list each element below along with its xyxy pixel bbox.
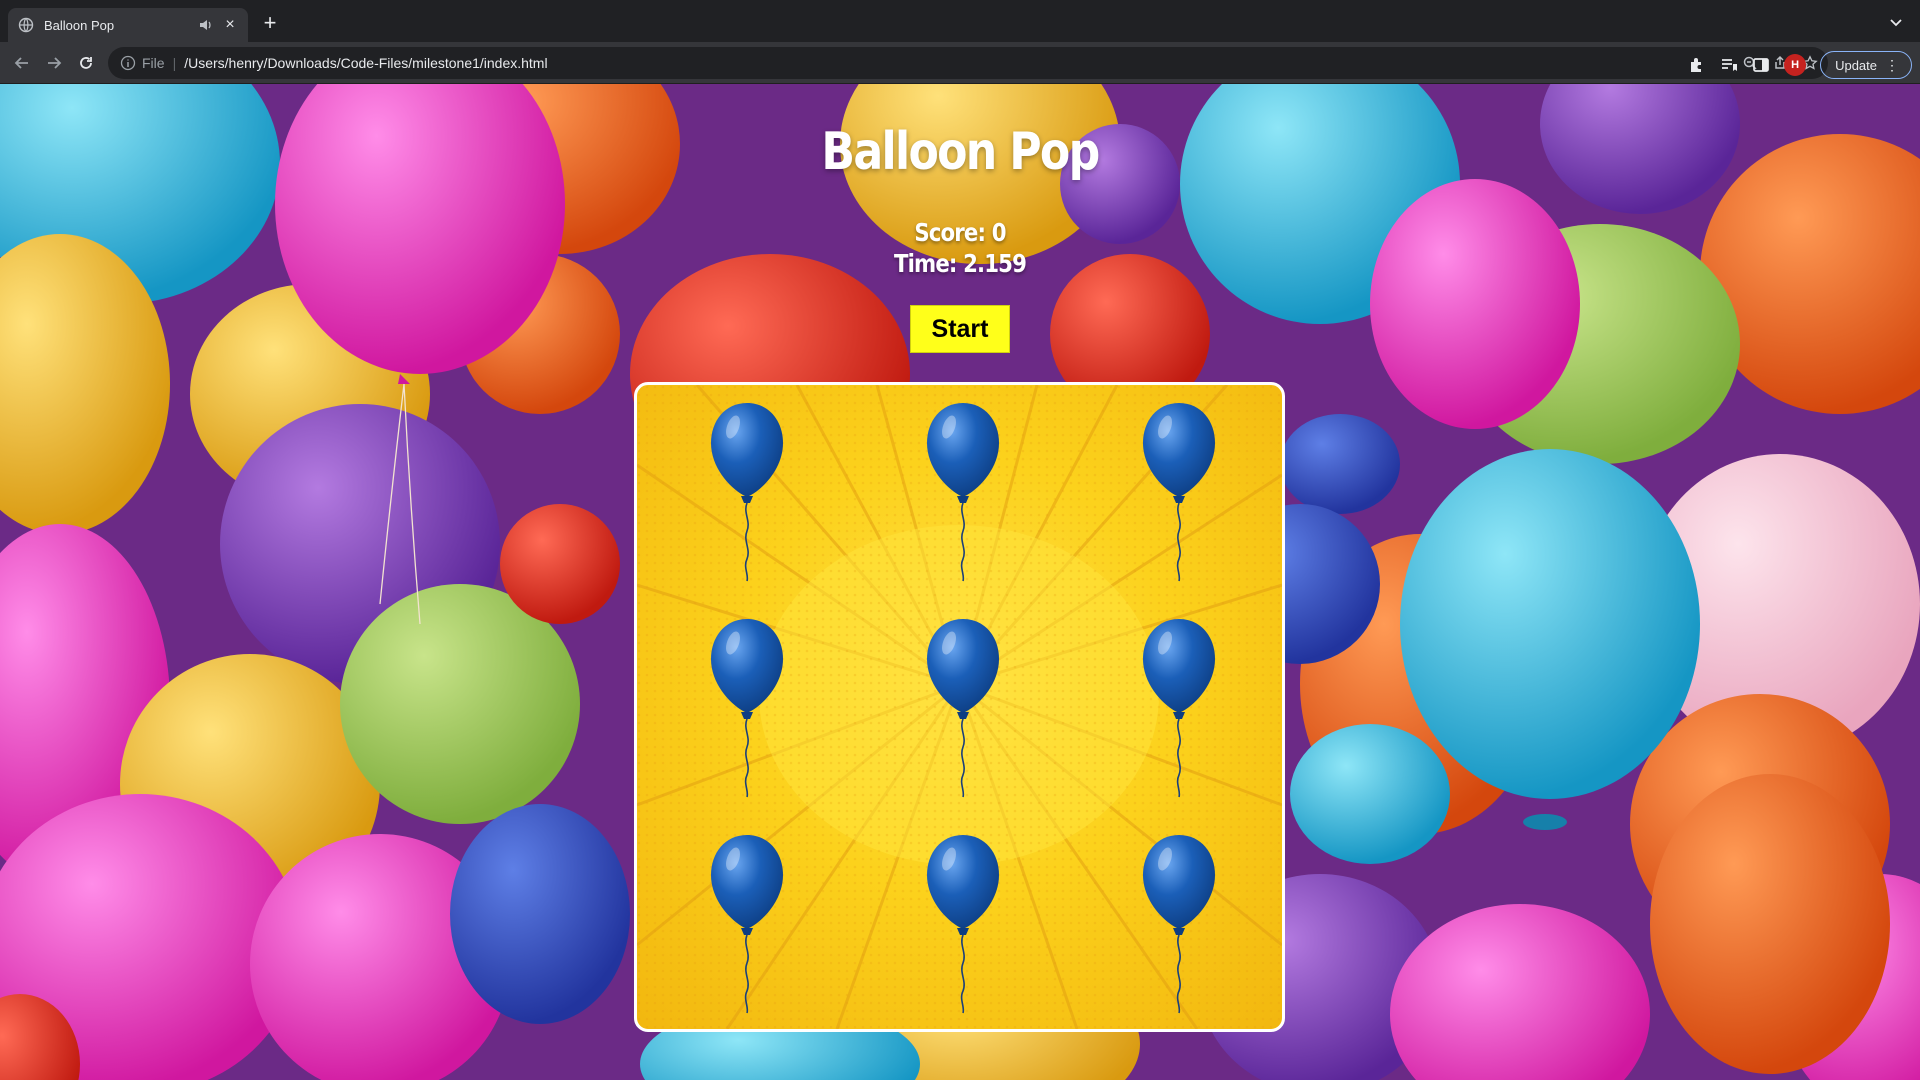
tab-title: Balloon Pop [44,17,115,33]
toolbar-actions: H Update ⋮ [1688,51,1912,79]
reading-list-icon[interactable] [1720,56,1738,74]
balloon-grid [637,385,1282,1029]
balloon-8[interactable] [923,831,1003,1015]
close-icon[interactable]: × [222,17,238,33]
balloon-5[interactable] [923,615,1003,799]
more-icon: ⋮ [1885,56,1899,73]
score-display: Score: 0 [914,218,1006,247]
balloon-icon [711,835,783,1014]
forward-icon[interactable] [44,53,64,73]
back-icon[interactable] [12,53,32,73]
balloon-icon [711,403,783,582]
balloon-icon [1143,835,1215,1014]
balloon-9[interactable] [1139,831,1219,1015]
balloon-2[interactable] [923,399,1003,583]
balloon-icon [711,619,783,798]
tab-strip: Balloon Pop × + [0,0,1920,42]
plus-icon[interactable]: + [258,12,282,36]
balloon-icon [927,619,999,798]
balloon-4[interactable] [707,615,787,799]
address-bar[interactable]: File | /Users/henry/Downloads/Code-Files… [108,47,1828,79]
info-icon[interactable] [120,55,136,71]
balloon-7[interactable] [707,831,787,1015]
game-board [634,382,1285,1032]
profile-avatar[interactable]: H [1784,54,1807,76]
start-button[interactable]: Start [910,305,1010,353]
balloon-icon [1143,403,1215,582]
extensions-icon[interactable] [1688,56,1706,74]
balloon-6[interactable] [1139,615,1219,799]
update-button[interactable]: Update ⋮ [1820,51,1912,79]
time-display: Time: 2.159 [893,249,1027,278]
balloon-icon [927,403,999,582]
browser-tab[interactable]: Balloon Pop × [8,8,248,42]
game-title: Balloon Pop [821,122,1100,182]
url-text[interactable]: /Users/henry/Downloads/Code-Files/milest… [184,55,547,71]
balloon-icon [927,835,999,1014]
globe-icon [18,17,34,33]
side-panel-icon[interactable] [1752,56,1770,74]
update-label: Update [1835,57,1877,73]
balloon-icon [1143,619,1215,798]
page-viewport: Balloon Pop Score: 0 Time: 2.159 Start [0,84,1920,1080]
balloon-3[interactable] [1139,399,1219,583]
url-separator: | [172,55,177,71]
balloon-1[interactable] [707,399,787,583]
reload-icon[interactable] [76,53,96,73]
browser-toolbar: File | /Users/henry/Downloads/Code-Files… [0,42,1920,84]
audio-icon[interactable] [198,17,214,33]
url-scheme: File [142,55,165,71]
tab-search-icon[interactable] [1888,14,1904,30]
